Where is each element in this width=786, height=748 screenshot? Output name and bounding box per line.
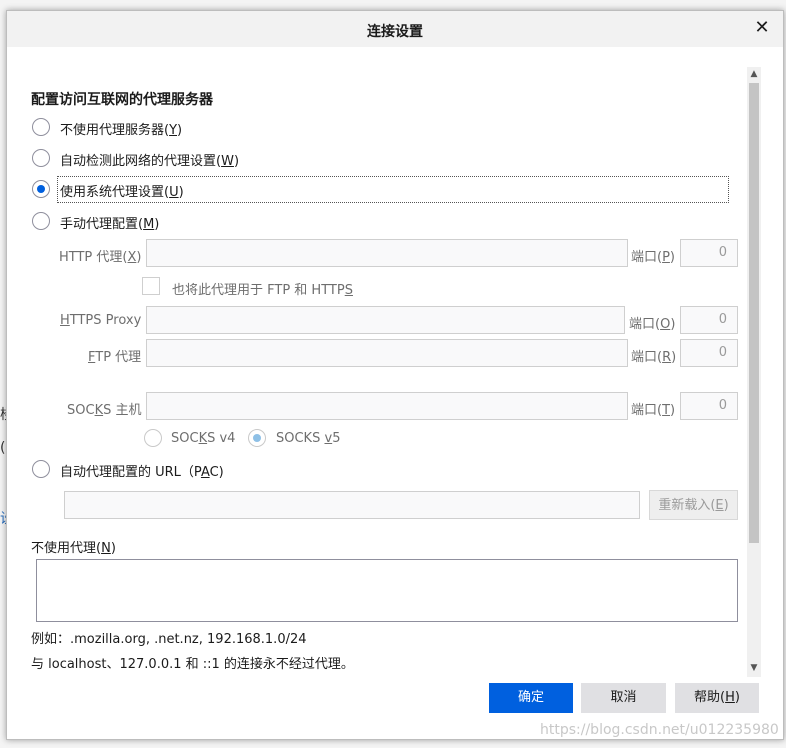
ok-button[interactable]: 确定 — [489, 683, 573, 713]
http-port-input[interactable]: 0 — [680, 239, 738, 267]
localhost-note: 与 localhost、127.0.0.1 和 ::1 的连接永不经过代理。 — [31, 657, 354, 672]
help-button[interactable]: 帮助(H) — [675, 683, 759, 713]
auto-detect-radio[interactable] — [32, 149, 50, 167]
scroll-down-icon[interactable]: ▼ — [747, 663, 761, 673]
socks-host-input[interactable] — [146, 392, 628, 420]
also-use-label: 也将此代理用于 FTP 和 HTTPS — [172, 283, 353, 298]
scroll-up-icon[interactable]: ▲ — [747, 69, 761, 79]
https-proxy-label: HTTPS Proxy — [60, 313, 142, 328]
https-port-input[interactable]: 0 — [680, 306, 738, 334]
ftp-proxy-label: FTP 代理 — [88, 350, 142, 365]
also-use-checkbox[interactable] — [142, 277, 160, 295]
ftp-proxy-input[interactable] — [146, 339, 628, 367]
http-port-label: 端口(P) — [631, 250, 675, 265]
manual-proxy-radio[interactable] — [32, 212, 50, 230]
ftp-port-input[interactable]: 0 — [680, 339, 738, 367]
auto-detect-label[interactable]: 自动检测此网络的代理设置(W) — [60, 150, 239, 169]
connection-settings-dialog: 连接设置 ✕ 配置访问互联网的代理服务器 不使用代理服务器(Y) 自动检测此网络… — [6, 10, 784, 740]
pac-label[interactable]: 自动代理配置的 URL（PAC) — [60, 461, 224, 480]
no-proxy-radio[interactable] — [32, 118, 50, 136]
socks-port-input[interactable]: 0 — [680, 392, 738, 420]
no-proxy-for-textarea[interactable] — [36, 559, 738, 622]
no-proxy-for-label: 不使用代理(N) — [31, 541, 116, 556]
no-proxy-label[interactable]: 不使用代理服务器(Y) — [60, 119, 182, 138]
scrollbar-thumb[interactable] — [749, 83, 759, 543]
https-port-label: 端口(O) — [629, 317, 676, 332]
cancel-button[interactable]: 取消 — [581, 683, 666, 713]
watermark: https://blog.csdn.net/u012235980 — [540, 722, 779, 738]
pac-radio[interactable] — [32, 460, 50, 478]
system-proxy-label[interactable]: 使用系统代理设置(U) — [60, 181, 184, 200]
socks-v5-label: SOCKS v5 — [276, 431, 341, 446]
http-proxy-label: HTTP 代理(X) — [59, 250, 142, 265]
close-icon[interactable]: ✕ — [751, 17, 773, 39]
socks-host-label: SOCKS 主机 — [67, 403, 142, 418]
socks-v4-label: SOCKS v4 — [171, 431, 236, 446]
socks-port-label: 端口(T) — [631, 403, 676, 418]
https-proxy-input[interactable] — [146, 306, 625, 334]
system-proxy-radio[interactable] — [32, 180, 50, 198]
proxy-heading: 配置访问互联网的代理服务器 — [31, 92, 213, 108]
ftp-port-label: 端口(R) — [631, 350, 677, 365]
pac-url-input[interactable] — [64, 491, 640, 519]
dialog-title: 连接设置 — [367, 24, 423, 40]
manual-proxy-label[interactable]: 手动代理配置(M) — [60, 213, 159, 232]
socks-v5-radio[interactable] — [248, 429, 266, 447]
reload-button[interactable]: 重新载入(E) — [649, 490, 738, 520]
no-proxy-example: 例如：.mozilla.org, .net.nz, 192.168.1.0/24 — [31, 632, 307, 647]
http-proxy-input[interactable] — [146, 239, 628, 267]
socks-v4-radio[interactable] — [144, 429, 162, 447]
